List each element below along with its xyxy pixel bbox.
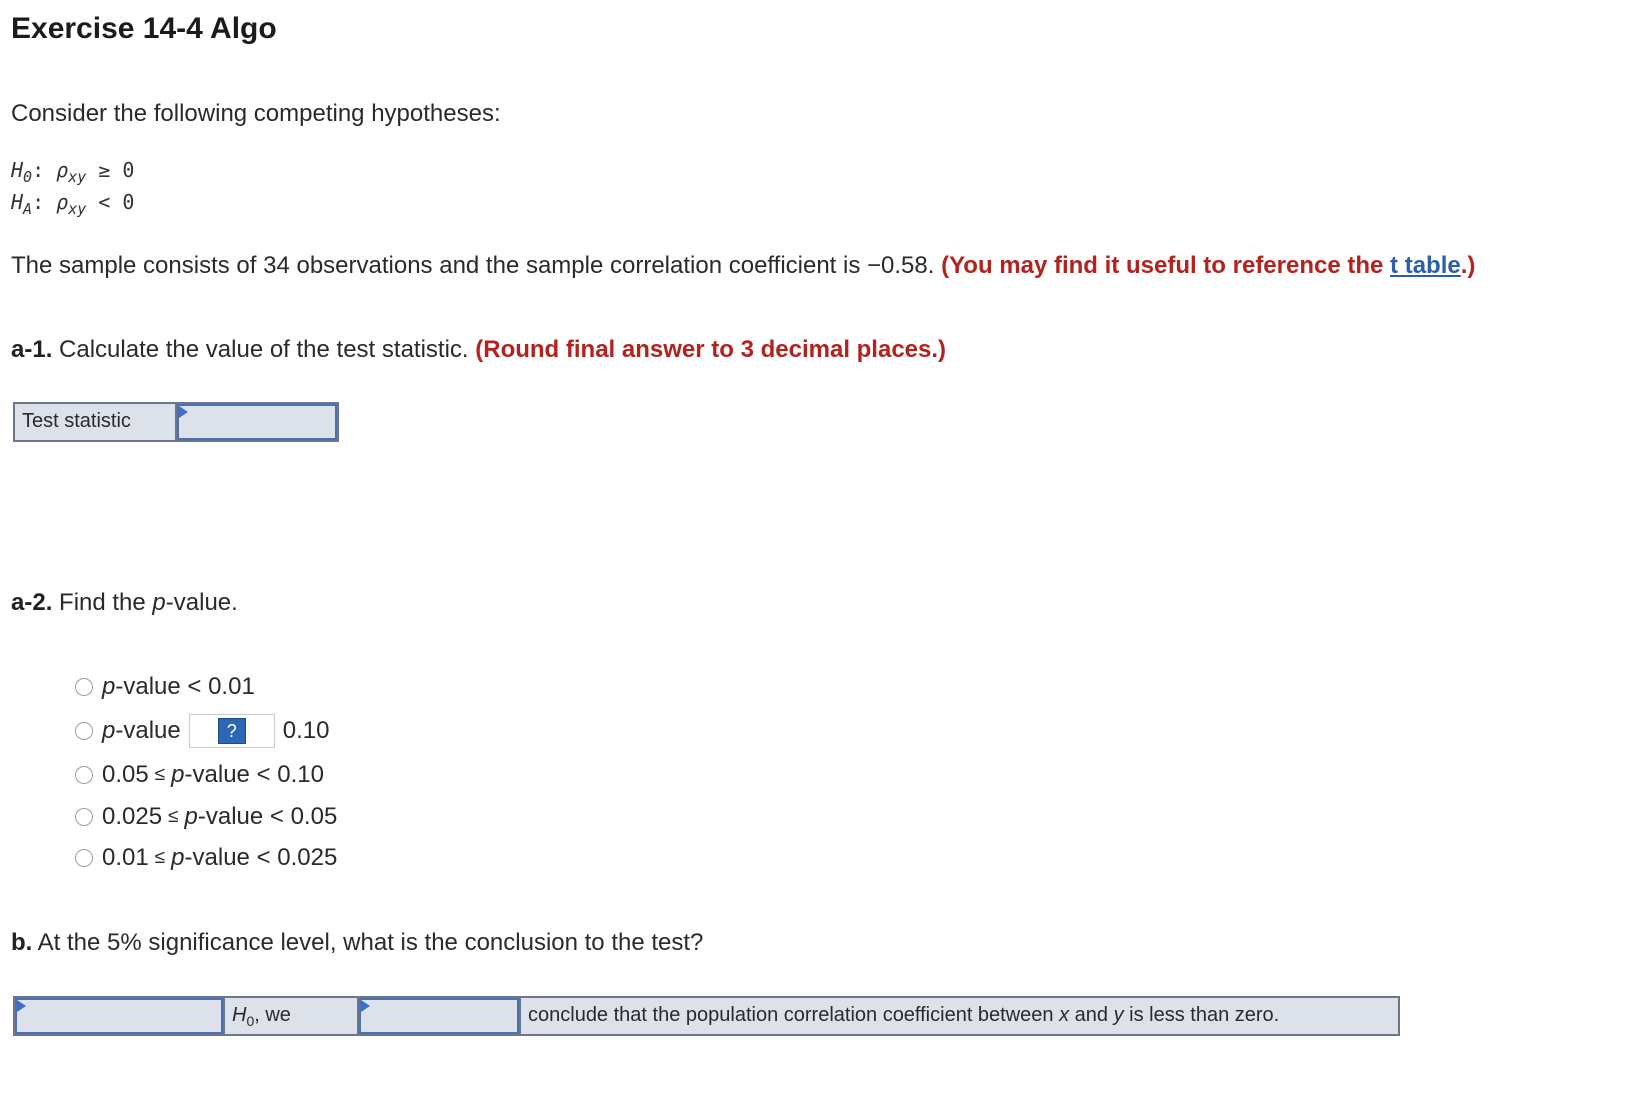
a2-label: a-2. bbox=[11, 589, 53, 616]
option-2-p: p bbox=[102, 717, 116, 744]
hint-text: (You may find it useful to reference the… bbox=[941, 252, 1475, 279]
conclusion-table: H0, we conclude that the population corr… bbox=[13, 996, 1400, 1036]
ha-symbol: H bbox=[11, 190, 24, 214]
option-1[interactable]: p -value < 0.01 bbox=[75, 670, 255, 704]
test-statistic-label: Test statistic bbox=[15, 404, 178, 440]
h0-rho: ρ bbox=[56, 158, 69, 182]
option-3[interactable]: 0.05 ≤ p -value < 0.10 bbox=[75, 758, 324, 792]
h0-we-cell: H0, we bbox=[223, 998, 359, 1034]
conclusion-and: and bbox=[1074, 1004, 1109, 1026]
null-hypothesis: H0: ρxy ≥ 0 bbox=[11, 158, 135, 186]
ha-relation: < 0 bbox=[98, 190, 135, 214]
h0-symbol: H bbox=[11, 158, 24, 182]
problem-statement: The sample consists of 34 observations a… bbox=[11, 250, 1571, 281]
radio-button[interactable] bbox=[75, 766, 93, 784]
a1-label: a-1. bbox=[11, 336, 53, 363]
option-4-text: -value < 0.05 bbox=[197, 803, 338, 830]
conclusion-text: conclude that the population correlation… bbox=[519, 998, 1398, 1034]
question-b: b. At the 5% significance level, what is… bbox=[11, 929, 703, 957]
option-3-p: p bbox=[171, 761, 185, 788]
option-3-text: -value < 0.10 bbox=[184, 761, 324, 788]
option-4-p: p bbox=[184, 803, 198, 830]
a1-instruction: (Round final answer to 3 decimal places.… bbox=[475, 336, 947, 363]
hint-suffix: .) bbox=[1460, 252, 1476, 279]
option-2-value: 0.10 bbox=[282, 717, 330, 744]
ha-subscript: A bbox=[23, 200, 33, 218]
h0-rho-sub: xy bbox=[68, 168, 87, 186]
t-table-link[interactable]: t table bbox=[1390, 252, 1461, 279]
radio-button[interactable] bbox=[75, 722, 93, 740]
decision-dropdown[interactable] bbox=[15, 998, 223, 1034]
a2-text-after: -value. bbox=[165, 589, 238, 616]
option-2[interactable]: p -value ? 0.10 bbox=[75, 714, 329, 748]
conclusion-part-2: is less than zero. bbox=[1129, 1004, 1280, 1026]
conclusion-y: y bbox=[1113, 1004, 1124, 1026]
inequality-dropdown[interactable]: ? bbox=[188, 714, 275, 748]
option-3-lower: 0.05 bbox=[102, 761, 149, 788]
b-label: b. bbox=[11, 929, 33, 956]
radio-button[interactable] bbox=[75, 678, 93, 696]
hint-prefix: (You may find it useful to reference the bbox=[941, 252, 1384, 279]
option-5[interactable]: 0.01 ≤ p -value < 0.025 bbox=[75, 841, 337, 875]
radio-button[interactable] bbox=[75, 849, 93, 867]
option-5-le: ≤ bbox=[154, 847, 166, 868]
test-statistic-input[interactable] bbox=[177, 404, 337, 440]
intro-text: Consider the following competing hypothe… bbox=[11, 100, 501, 127]
test-statistic-table: Test statistic bbox=[13, 402, 339, 442]
question-a2: a-2. Find the p-value. bbox=[11, 589, 238, 617]
problem-text: The sample consists of 34 observations a… bbox=[11, 252, 935, 279]
option-1-p: p bbox=[102, 673, 116, 700]
option-1-text: -value < 0.01 bbox=[115, 673, 255, 700]
option-4-le: ≤ bbox=[168, 806, 179, 827]
option-3-le: ≤ bbox=[154, 764, 166, 785]
option-4[interactable]: 0.025 ≤ p -value < 0.05 bbox=[75, 800, 337, 834]
b-h0: H bbox=[232, 1004, 247, 1026]
a1-text: Calculate the value of the test statisti… bbox=[59, 336, 469, 363]
question-mark-icon: ? bbox=[217, 718, 246, 744]
option-4-lower: 0.025 bbox=[102, 803, 163, 830]
h0-relation: ≥ 0 bbox=[98, 158, 135, 182]
option-5-text: -value < 0.025 bbox=[184, 844, 338, 871]
conclusion-part-1: conclude that the population correlation… bbox=[528, 1004, 1054, 1026]
option-2-text: -value bbox=[115, 717, 181, 744]
can-cannot-dropdown[interactable] bbox=[359, 998, 519, 1034]
question-a1: a-1. Calculate the value of the test sta… bbox=[11, 336, 946, 364]
a2-p: p bbox=[152, 589, 166, 616]
conclusion-x: x bbox=[1059, 1004, 1070, 1026]
radio-button[interactable] bbox=[75, 808, 93, 826]
h0-subscript: 0 bbox=[23, 168, 33, 186]
alt-hypothesis: HA: ρxy < 0 bbox=[11, 190, 135, 218]
option-5-p: p bbox=[171, 844, 185, 871]
ha-rho-sub: xy bbox=[68, 200, 87, 218]
page-title: Exercise 14-4 Algo bbox=[11, 12, 277, 45]
a2-text-before: Find the bbox=[59, 589, 146, 616]
ha-rho: ρ bbox=[56, 190, 69, 214]
b-h0-after: , we bbox=[254, 1004, 291, 1026]
b-text: At the 5% significance level, what is th… bbox=[37, 929, 704, 956]
option-5-lower: 0.01 bbox=[102, 844, 149, 871]
